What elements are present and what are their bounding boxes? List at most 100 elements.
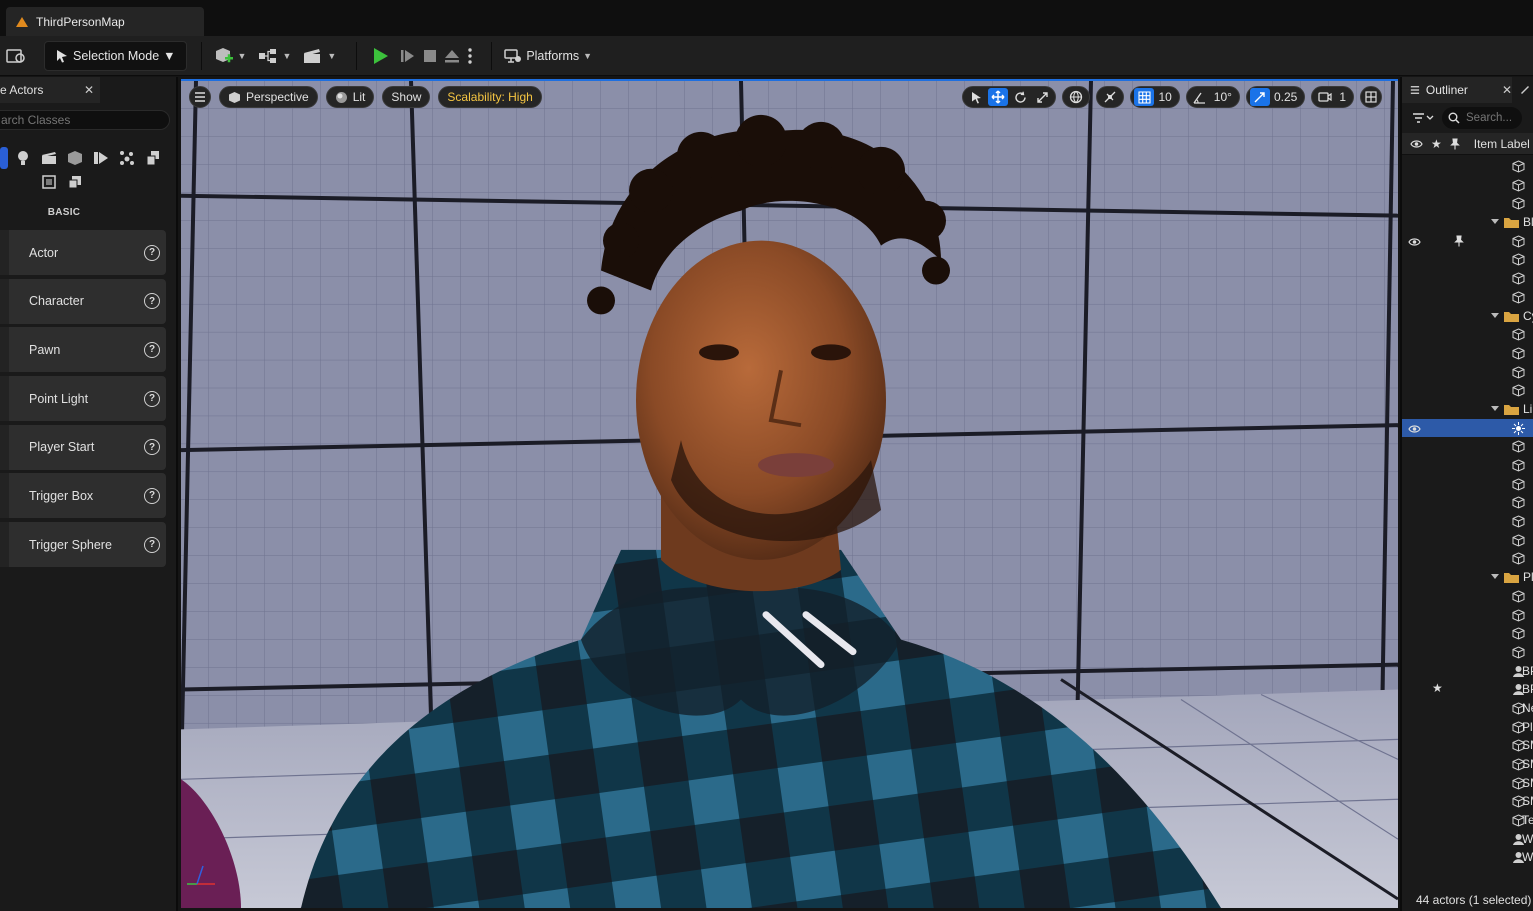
outliner-row[interactable]	[1402, 232, 1533, 251]
help-icon[interactable]: ?	[144, 244, 160, 261]
close-icon[interactable]: ✕	[1502, 83, 1512, 97]
outliner-row[interactable]: SM	[1402, 792, 1533, 811]
category-volumes-icon[interactable]	[90, 147, 112, 169]
outliner-row[interactable]	[1402, 344, 1533, 363]
scale-tool-button[interactable]	[1032, 88, 1052, 106]
outliner-folder-row[interactable]: Li	[1402, 400, 1533, 419]
blueprints-button[interactable]: ▼	[252, 42, 297, 70]
advance-frame-button[interactable]	[397, 42, 419, 70]
perspective-button[interactable]: Perspective	[219, 86, 318, 108]
rotation-snap-toggle[interactable]	[1190, 88, 1210, 106]
outliner-row[interactable]	[1402, 381, 1533, 400]
level-viewport[interactable]: Perspective Lit Show Scalability: High 1…	[181, 79, 1398, 908]
selection-mode-dropdown[interactable]: Selection Mode ▼	[44, 40, 187, 71]
outliner-row[interactable]: Te	[1402, 811, 1533, 830]
outliner-row[interactable]: SM	[1402, 774, 1533, 793]
outliner-row[interactable]	[1402, 587, 1533, 606]
scale-snap-value[interactable]: 0.25	[1272, 90, 1301, 104]
outliner-row[interactable]: SM	[1402, 736, 1533, 755]
help-icon[interactable]: ?	[144, 487, 160, 504]
category-lights-icon[interactable]	[12, 147, 34, 169]
outliner-row[interactable]	[1402, 456, 1533, 475]
actor-item-player-start[interactable]: Player Start?	[0, 424, 166, 470]
outliner-row[interactable]: SM	[1402, 755, 1533, 774]
scale-snap-toggle[interactable]	[1249, 88, 1270, 106]
outliner-row[interactable]: Ne	[1402, 699, 1533, 718]
close-icon[interactable]: ✕	[84, 83, 94, 97]
actor-item-pawn[interactable]: Pawn?	[0, 327, 166, 373]
actor-item-point-light[interactable]: Point Light?	[0, 376, 166, 422]
translate-tool-button[interactable]	[988, 88, 1009, 106]
grid-snap-value[interactable]: 10	[1156, 90, 1175, 104]
outliner-row[interactable]	[1402, 437, 1533, 456]
outliner-row[interactable]	[1402, 418, 1533, 438]
scalability-button[interactable]: Scalability: High	[438, 86, 542, 108]
cinematics-button[interactable]: ▼	[297, 42, 342, 70]
outliner-row[interactable]	[1402, 250, 1533, 269]
outliner-tab[interactable]: Outliner ✕	[1402, 77, 1512, 103]
outliner-row[interactable]	[1402, 194, 1533, 213]
outliner-row[interactable]	[1402, 512, 1533, 531]
outliner-row[interactable]	[1402, 493, 1533, 512]
play-options-button[interactable]	[463, 42, 477, 70]
category-geometry-icon[interactable]	[64, 171, 86, 193]
actor-item-trigger-box[interactable]: Trigger Box?	[0, 473, 166, 519]
outliner-row[interactable]	[1402, 325, 1533, 344]
stop-button[interactable]	[419, 42, 441, 70]
viewport-layout-button[interactable]	[1360, 86, 1382, 108]
rotate-tool-button[interactable]	[1010, 88, 1030, 106]
outliner-row[interactable]	[1402, 549, 1533, 568]
outliner-row[interactable]: W	[1402, 830, 1533, 849]
category-recent-icon[interactable]	[0, 147, 8, 169]
rotation-snap-value[interactable]: 10°	[1212, 90, 1236, 104]
select-tool-button[interactable]	[966, 88, 986, 106]
outliner-row[interactable]: W	[1402, 848, 1533, 867]
outliner-row[interactable]: BP	[1402, 662, 1533, 681]
category-effects-icon[interactable]	[116, 147, 138, 169]
outliner-row[interactable]	[1402, 176, 1533, 195]
outliner-search-input[interactable]	[1466, 112, 1516, 124]
grid-snap-toggle[interactable]	[1134, 88, 1155, 106]
eye-icon[interactable]	[1408, 236, 1421, 250]
eject-button[interactable]	[441, 42, 463, 70]
outliner-row[interactable]	[1402, 606, 1533, 625]
outliner-row[interactable]: Pl	[1402, 718, 1533, 737]
category-cinematic-icon[interactable]	[38, 147, 60, 169]
outliner-folder-row[interactable]: Cy	[1402, 307, 1533, 326]
folder-icon[interactable]	[1490, 310, 1520, 326]
actor-item-character[interactable]: Character?	[0, 278, 166, 324]
star-icon[interactable]: ★	[1431, 137, 1442, 151]
pencil-icon[interactable]	[1519, 83, 1531, 95]
pin-icon[interactable]	[1449, 137, 1460, 150]
help-icon[interactable]: ?	[144, 293, 160, 310]
show-button[interactable]: Show	[382, 86, 431, 108]
outliner-row[interactable]	[1402, 363, 1533, 382]
content-browser-button[interactable]	[0, 42, 34, 70]
outliner-row[interactable]	[1402, 624, 1533, 643]
pin-icon[interactable]	[1454, 235, 1464, 250]
actor-item-trigger-sphere[interactable]: Trigger Sphere?	[0, 522, 166, 568]
eye-icon[interactable]	[1410, 139, 1423, 149]
help-icon[interactable]: ?	[144, 390, 160, 407]
world-coords-button[interactable]	[1066, 88, 1086, 106]
search-classes-field[interactable]	[0, 110, 170, 130]
item-label-column[interactable]: Item Label	[1474, 137, 1530, 151]
viewport-menu-button[interactable]	[189, 86, 211, 108]
play-button[interactable]	[363, 42, 397, 70]
folder-icon[interactable]	[1490, 571, 1520, 587]
outliner-row[interactable]	[1402, 269, 1533, 288]
folder-icon[interactable]	[1490, 403, 1520, 419]
help-icon[interactable]: ?	[144, 439, 160, 456]
outliner-row[interactable]	[1402, 288, 1533, 307]
surface-snap-button[interactable]	[1100, 88, 1120, 106]
outliner-row[interactable]	[1402, 475, 1533, 494]
category-all-classes-icon[interactable]	[142, 147, 164, 169]
search-classes-input[interactable]	[1, 113, 151, 127]
folder-icon[interactable]	[1490, 216, 1520, 232]
camera-speed-value[interactable]: 1	[1337, 90, 1350, 104]
outliner-folder-row[interactable]: Pl	[1402, 568, 1533, 587]
filter-icon[interactable]	[1412, 112, 1434, 124]
category-visual-effects-icon[interactable]	[64, 147, 86, 169]
help-icon[interactable]: ?	[144, 341, 160, 358]
category-shapes-icon[interactable]	[38, 171, 60, 193]
